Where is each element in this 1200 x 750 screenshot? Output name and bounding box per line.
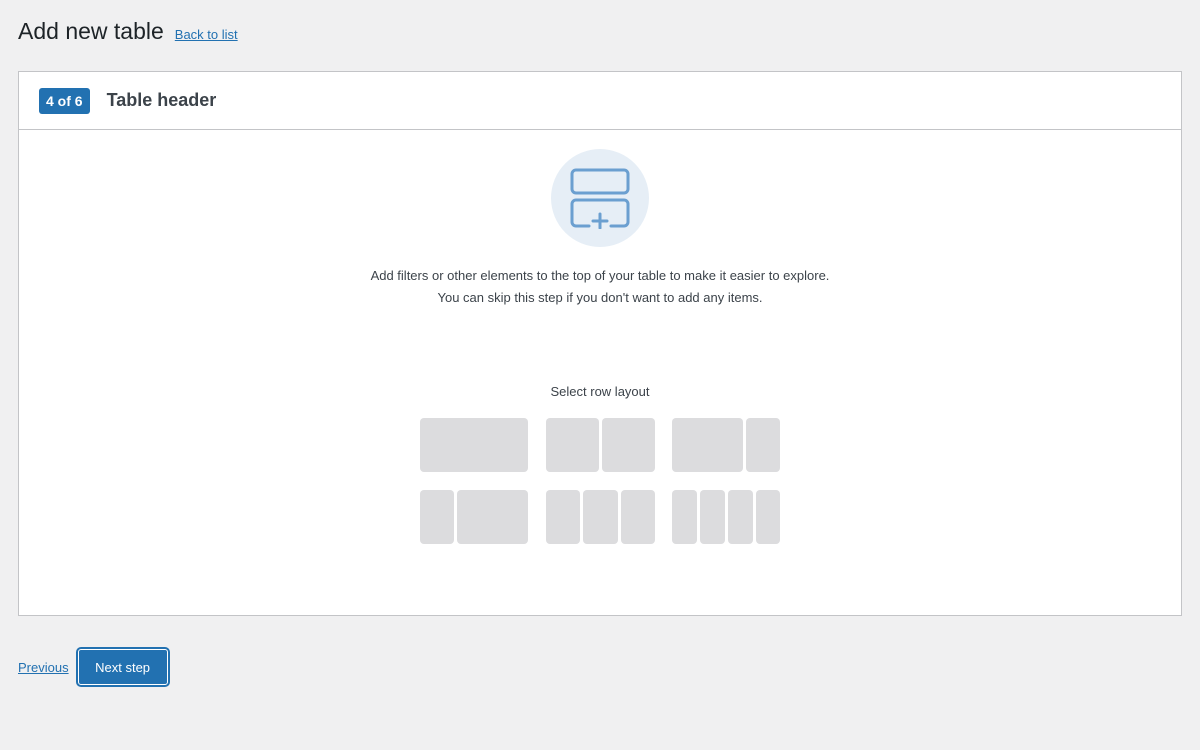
layout-cell — [583, 490, 618, 544]
step-header: 4 of 6 Table header — [19, 72, 1181, 130]
description-line-2: You can skip this step if you don't want… — [437, 290, 763, 305]
back-to-list-link[interactable]: Back to list — [175, 27, 238, 42]
layout-option-wide-left-narrow-right[interactable] — [672, 418, 780, 472]
layout-cell — [728, 490, 753, 544]
layout-cell — [672, 490, 697, 544]
step-title: Table header — [106, 90, 217, 110]
table-header-add-icon — [551, 149, 649, 247]
layout-option-four-columns[interactable] — [672, 490, 780, 544]
step-card: 4 of 6 Table header Add filters or other… — [18, 71, 1182, 616]
layout-cell — [746, 418, 780, 472]
row-layout-label: Select row layout — [550, 384, 650, 399]
page-title: Add new table — [18, 18, 164, 44]
page-header: Add new table Back to list — [18, 18, 238, 45]
layout-option-one-column[interactable] — [420, 418, 528, 472]
step-badge: 4 of 6 — [39, 87, 90, 114]
layout-cell — [602, 418, 655, 472]
wizard-footer: Previous Next step — [18, 649, 168, 685]
previous-link[interactable]: Previous — [18, 660, 69, 675]
layout-cell — [756, 490, 780, 544]
layout-option-narrow-left-wide-right[interactable] — [420, 490, 528, 544]
layout-cell — [457, 490, 528, 544]
layout-cell — [700, 490, 725, 544]
layout-cell — [420, 490, 454, 544]
next-step-button[interactable]: Next step — [77, 649, 168, 685]
layout-cell — [546, 490, 580, 544]
layout-option-three-columns[interactable] — [546, 490, 655, 544]
layout-cell — [420, 418, 528, 472]
layout-cell — [672, 418, 743, 472]
step-description: Add filters or other elements to the top… — [19, 265, 1181, 309]
layout-cell — [546, 418, 599, 472]
description-line-1: Add filters or other elements to the top… — [370, 268, 830, 283]
layout-option-two-equal-columns[interactable] — [546, 418, 655, 472]
layout-cell — [621, 490, 655, 544]
